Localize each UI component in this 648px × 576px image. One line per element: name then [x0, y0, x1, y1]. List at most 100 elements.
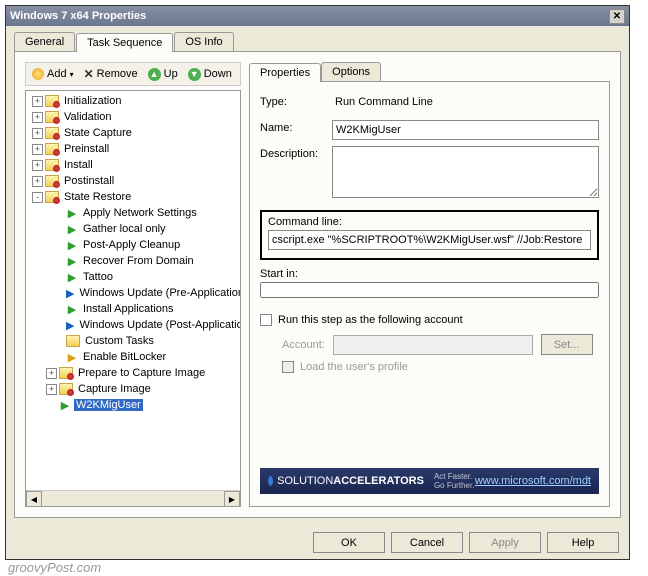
- horizontal-scrollbar[interactable]: ◀ ▶: [26, 490, 240, 506]
- folder-icon: [45, 191, 59, 203]
- tree-node[interactable]: ▶Post-Apply Cleanup: [26, 237, 240, 253]
- expand-icon[interactable]: +: [32, 96, 43, 107]
- tree-node[interactable]: +Validation: [26, 109, 240, 125]
- tree-node[interactable]: ▶Enable BitLocker: [26, 349, 240, 365]
- tree-node[interactable]: +Initialization: [26, 93, 240, 109]
- logo-icon: [268, 476, 273, 486]
- action-icon: ▶: [66, 271, 78, 283]
- tree-node[interactable]: Custom Tasks: [26, 333, 240, 349]
- tree-node[interactable]: ▶Windows Update (Pre-Application Install…: [26, 285, 240, 301]
- tree-node[interactable]: ▶Tattoo: [26, 269, 240, 285]
- tab-os-info[interactable]: OS Info: [174, 32, 233, 51]
- tree-node[interactable]: +Install: [26, 157, 240, 173]
- scroll-right-icon[interactable]: ▶: [224, 491, 240, 507]
- folder-icon: [45, 95, 59, 107]
- tree-node[interactable]: +State Capture: [26, 125, 240, 141]
- run-as-group: Run this step as the following account A…: [260, 314, 599, 373]
- apply-button[interactable]: Apply: [469, 532, 541, 553]
- account-input: [333, 335, 533, 355]
- help-button[interactable]: Help: [547, 532, 619, 553]
- up-icon: ▲: [148, 68, 161, 81]
- cancel-button[interactable]: Cancel: [391, 532, 463, 553]
- tree-node-state-restore[interactable]: -State Restore: [26, 189, 240, 205]
- start-in-label: Start in:: [260, 268, 599, 280]
- folder-icon: [66, 335, 80, 347]
- expand-icon[interactable]: +: [32, 128, 43, 139]
- folder-icon: [45, 175, 59, 187]
- ok-button[interactable]: OK: [313, 532, 385, 553]
- tree-node[interactable]: +Capture Image: [26, 381, 240, 397]
- tree-node[interactable]: +Postinstall: [26, 173, 240, 189]
- tab-general[interactable]: General: [14, 32, 75, 51]
- add-icon: [32, 68, 44, 80]
- name-input[interactable]: [332, 120, 599, 140]
- start-in-input[interactable]: [260, 282, 599, 298]
- folder-icon: [59, 383, 73, 395]
- add-button[interactable]: Add: [28, 66, 78, 82]
- checkbox-icon: [282, 361, 294, 373]
- tree-node[interactable]: ▶Install Applications: [26, 301, 240, 317]
- set-button: Set...: [541, 334, 593, 355]
- load-profile-label: Load the user's profile: [300, 361, 408, 373]
- collapse-icon[interactable]: -: [32, 192, 43, 203]
- type-value: Run Command Line: [332, 94, 599, 114]
- action-icon: ▶: [66, 223, 78, 235]
- tree-toolbar: Add ✕Remove ▲Up ▼Down: [25, 62, 241, 86]
- checkbox-icon[interactable]: [260, 314, 272, 326]
- left-pane: Add ✕Remove ▲Up ▼Down +Initialization +V…: [25, 62, 241, 507]
- description-input[interactable]: [332, 146, 599, 198]
- tab-options[interactable]: Options: [321, 62, 381, 81]
- tree-node[interactable]: ▶Gather local only: [26, 221, 240, 237]
- tree-node[interactable]: +Preinstall: [26, 141, 240, 157]
- close-icon[interactable]: ✕: [609, 9, 625, 24]
- tab-properties[interactable]: Properties: [249, 63, 321, 82]
- banner-logo: SOLUTIONACCELERATORS Act Faster. Go Furt…: [268, 472, 475, 490]
- action-icon: ▶: [66, 287, 74, 299]
- command-line-label: Command line:: [268, 216, 591, 228]
- action-icon: ▶: [66, 319, 74, 331]
- properties-dialog: Windows 7 x64 Properties ✕ General Task …: [5, 5, 630, 560]
- expand-icon[interactable]: +: [32, 112, 43, 123]
- expand-icon[interactable]: +: [46, 368, 57, 379]
- account-row: Account: Set...: [282, 334, 599, 355]
- load-profile-row: Load the user's profile: [282, 361, 599, 373]
- down-button[interactable]: ▼Down: [184, 66, 236, 83]
- down-icon: ▼: [188, 68, 201, 81]
- run-as-checkbox-row[interactable]: Run this step as the following account: [260, 314, 599, 326]
- command-line-input[interactable]: [268, 230, 591, 250]
- dialog-buttons: OK Cancel Apply Help: [6, 526, 629, 559]
- description-row: Description:: [260, 146, 599, 198]
- expand-icon[interactable]: +: [32, 160, 43, 171]
- tab-task-sequence[interactable]: Task Sequence: [76, 33, 173, 52]
- task-sequence-page: Add ✕Remove ▲Up ▼Down +Initialization +V…: [14, 51, 621, 518]
- name-label: Name:: [260, 120, 332, 134]
- action-icon: ▶: [66, 207, 78, 219]
- run-as-label: Run this step as the following account: [278, 314, 463, 326]
- start-in-row: Start in:: [260, 268, 599, 298]
- folder-icon: [45, 143, 59, 155]
- type-row: Type: Run Command Line: [260, 94, 599, 114]
- folder-icon: [59, 367, 73, 379]
- properties-panel: Type: Run Command Line Name: Description…: [249, 81, 610, 507]
- scroll-left-icon[interactable]: ◀: [26, 491, 42, 507]
- tree-node[interactable]: ▶Recover From Domain: [26, 253, 240, 269]
- tree-node[interactable]: +Prepare to Capture Image: [26, 365, 240, 381]
- type-label: Type:: [260, 94, 332, 108]
- titlebar[interactable]: Windows 7 x64 Properties ✕: [6, 6, 629, 26]
- expand-icon[interactable]: +: [32, 144, 43, 155]
- action-icon: ▶: [66, 239, 78, 251]
- expand-icon[interactable]: +: [46, 384, 57, 395]
- description-label: Description:: [260, 146, 332, 160]
- action-icon: ▶: [66, 303, 78, 315]
- tree-node[interactable]: ▶Windows Update (Post-Application Instal…: [26, 317, 240, 333]
- main-tabs: General Task Sequence OS Info: [6, 26, 629, 51]
- mdt-link[interactable]: www.microsoft.com/mdt: [475, 475, 591, 487]
- task-tree[interactable]: +Initialization +Validation +State Captu…: [26, 91, 240, 490]
- right-pane: Properties Options Type: Run Command Lin…: [249, 62, 610, 507]
- expand-icon[interactable]: +: [32, 176, 43, 187]
- up-button[interactable]: ▲Up: [144, 66, 182, 83]
- tree-node-selected[interactable]: ▶W2KMigUser: [26, 397, 240, 413]
- remove-button[interactable]: ✕Remove: [80, 65, 142, 83]
- tree-node[interactable]: ▶Apply Network Settings: [26, 205, 240, 221]
- window-title: Windows 7 x64 Properties: [10, 10, 609, 22]
